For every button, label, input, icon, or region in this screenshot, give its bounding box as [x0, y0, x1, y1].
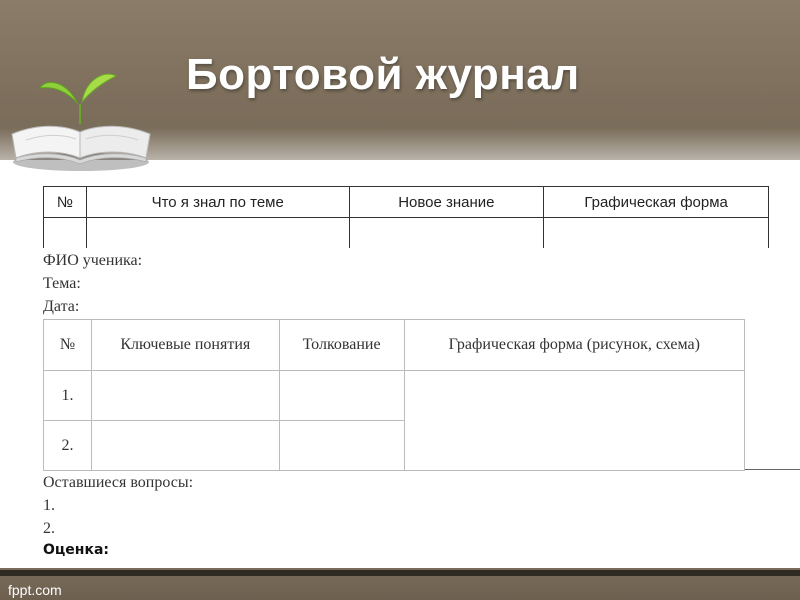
table-row	[43, 217, 769, 250]
table-cell[interactable]	[85, 217, 350, 250]
date-label: Дата:	[43, 298, 80, 315]
table-cell[interactable]	[543, 217, 769, 250]
column-header-key-concepts: Ключевые понятия	[90, 319, 280, 371]
table-cell[interactable]	[43, 217, 87, 250]
table-row: 1.	[43, 370, 746, 471]
row-number: 2.	[43, 420, 92, 471]
graphic-cell[interactable]	[403, 370, 746, 471]
column-header-known: Что я знал по теме	[85, 186, 350, 218]
column-header-interpretation: Толкование	[278, 319, 405, 371]
concepts-table: № Ключевые понятия Толкование Графическа…	[43, 319, 746, 471]
remaining-questions-label: Оставшиеся вопросы:	[43, 474, 194, 491]
remaining-question-item: 1.	[43, 497, 55, 514]
column-header-graphic-form: Графическая форма	[543, 186, 769, 218]
column-header-new-knowledge: Новое знание	[348, 186, 545, 218]
footer-brand: fppt.com	[8, 582, 62, 598]
topic-label: Тема:	[43, 275, 81, 292]
remaining-question-item: 2.	[43, 520, 55, 537]
row-number: 1.	[43, 370, 92, 421]
footer-stripe	[0, 570, 800, 576]
concept-cell[interactable]	[90, 420, 280, 471]
student-name-label: ФИО ученика:	[43, 252, 143, 269]
column-header-number: №	[43, 319, 92, 371]
concept-cell[interactable]	[90, 370, 280, 421]
column-header-graphic-form: Графическая форма (рисунок, схема)	[403, 319, 746, 371]
column-header-number: №	[43, 186, 87, 218]
interpretation-cell[interactable]	[278, 370, 405, 421]
slide-title: Бортовой журнал	[186, 50, 580, 99]
grade-label: Оценка:	[43, 542, 109, 558]
journal-table: № Что я знал по теме Новое знание Графич…	[43, 186, 769, 250]
open-book-sprout-icon	[11, 73, 151, 171]
table-cell[interactable]	[348, 217, 545, 250]
interpretation-cell[interactable]	[278, 420, 405, 471]
student-sheet: ФИО ученика: Тема: Дата: № Ключевые поня…	[38, 248, 800, 566]
divider	[745, 469, 800, 470]
